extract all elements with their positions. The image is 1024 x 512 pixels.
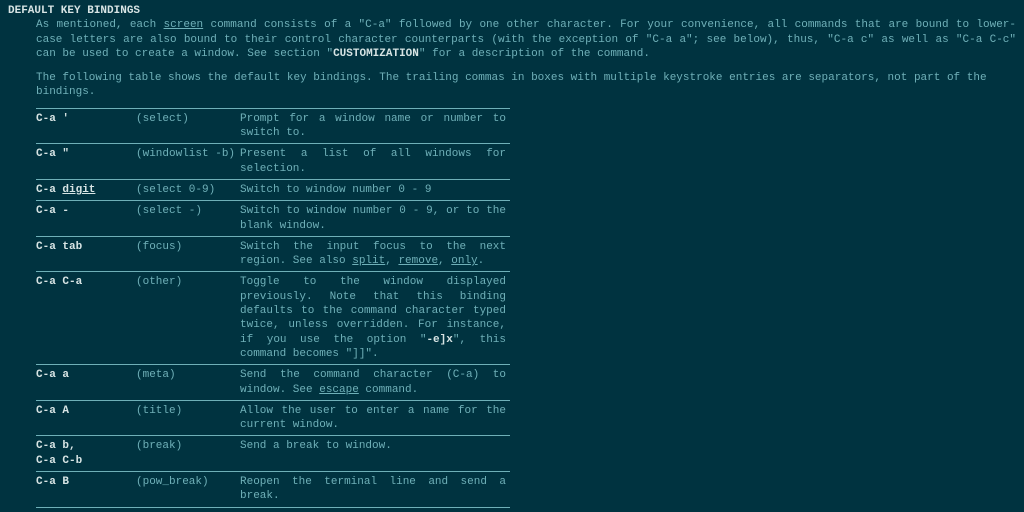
intro-text-3: " for a description of the command.	[419, 48, 650, 60]
table-row: C-a -(select -)Switch to window number 0…	[36, 201, 510, 237]
binding-keys: C-a a	[36, 365, 136, 401]
table-row: C-a c, C-a C-c(screen)Create a new windo…	[36, 507, 510, 512]
binding-command: (windowlist -b)	[136, 144, 240, 180]
table-row: C-a A(title)Allow the user to enter a na…	[36, 400, 510, 436]
table-row: C-a B(pow_break)Reopen the terminal line…	[36, 472, 510, 508]
binding-description: Prompt for a window name or number to sw…	[240, 108, 510, 144]
binding-command: (select -)	[136, 201, 240, 237]
binding-keys: C-a digit	[36, 179, 136, 200]
binding-description: Present a list of all windows for select…	[240, 144, 510, 180]
binding-command: (focus)	[136, 236, 240, 272]
binding-keys: C-a c, C-a C-c	[36, 507, 136, 512]
binding-command: (pow_break)	[136, 472, 240, 508]
intro-text-1: As mentioned, each	[36, 19, 164, 31]
binding-description: Toggle to the window displayed previousl…	[240, 272, 510, 365]
binding-description: Send a break to window.	[240, 436, 510, 472]
binding-keys: C-a b, C-a C-b	[36, 436, 136, 472]
table-row: C-a '(select)Prompt for a window name or…	[36, 108, 510, 144]
intro-paragraph: As mentioned, each screen command consis…	[8, 18, 1016, 61]
binding-description: Allow the user to enter a name for the c…	[240, 400, 510, 436]
binding-command: (meta)	[136, 365, 240, 401]
intro-customization: CUSTOMIZATION	[333, 48, 419, 60]
bindings-note: The following table shows the default ke…	[8, 71, 1016, 100]
binding-keys: C-a A	[36, 400, 136, 436]
table-row: C-a b, C-a C-b(break)Send a break to win…	[36, 436, 510, 472]
binding-command: (select)	[136, 108, 240, 144]
binding-description: Send the command character (C-a) to wind…	[240, 365, 510, 401]
binding-description: Switch to window number 0 - 9, or to the…	[240, 201, 510, 237]
binding-command: (break)	[136, 436, 240, 472]
binding-keys: C-a tab	[36, 236, 136, 272]
binding-keys: C-a '	[36, 108, 136, 144]
binding-keys: C-a "	[36, 144, 136, 180]
binding-command: (screen)	[136, 507, 240, 512]
binding-keys: C-a B	[36, 472, 136, 508]
table-row: C-a tab(focus)Switch the input focus to …	[36, 236, 510, 272]
section-title: DEFAULT KEY BINDINGS	[8, 4, 1016, 18]
binding-description: Switch the input focus to the next regio…	[240, 236, 510, 272]
bindings-table: C-a '(select)Prompt for a window name or…	[36, 108, 510, 512]
man-page: DEFAULT KEY BINDINGS As mentioned, each …	[0, 0, 1024, 512]
binding-description: Switch to window number 0 - 9	[240, 179, 510, 200]
binding-command: (title)	[136, 400, 240, 436]
binding-keys: C-a -	[36, 201, 136, 237]
binding-keys: C-a C-a	[36, 272, 136, 365]
table-row: C-a digit(select 0-9)Switch to window nu…	[36, 179, 510, 200]
binding-command: (select 0-9)	[136, 179, 240, 200]
table-row: C-a a(meta)Send the command character (C…	[36, 365, 510, 401]
binding-description: Create a new window with a shell and swi…	[240, 507, 510, 512]
binding-command: (other)	[136, 272, 240, 365]
table-row: C-a "(windowlist -b)Present a list of al…	[36, 144, 510, 180]
binding-description: Reopen the terminal line and send a brea…	[240, 472, 510, 508]
intro-link-screen: screen	[164, 19, 204, 31]
table-row: C-a C-a(other)Toggle to the window displ…	[36, 272, 510, 365]
